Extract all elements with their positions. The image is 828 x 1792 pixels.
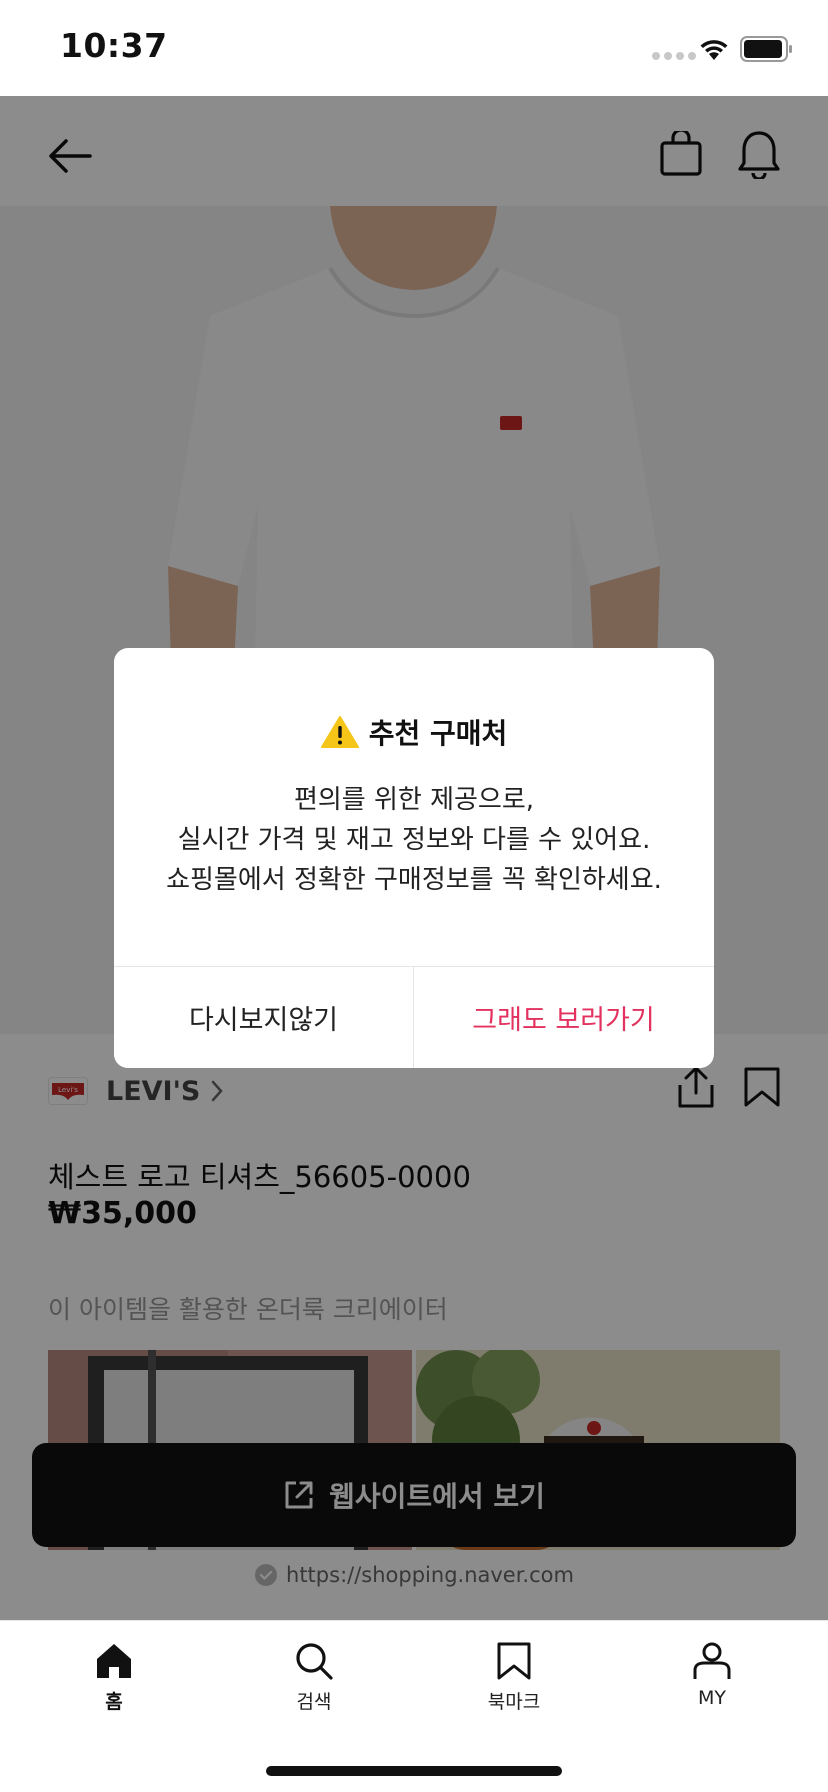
go-anyway-button[interactable]: 그래도 보러가기 <box>414 967 713 1068</box>
tab-bookmark[interactable]: 북마크 <box>454 1641 574 1714</box>
cellular-signal-icon <box>652 52 696 60</box>
status-bar: 10:37 <box>0 0 828 96</box>
tab-search-label: 검색 <box>296 1691 332 1713</box>
tab-home[interactable]: 홈 <box>54 1641 174 1714</box>
tab-my-label: MY <box>698 1687 726 1709</box>
tab-my[interactable]: MY <box>652 1641 772 1709</box>
dialog-title-text: 추천 구매처 <box>368 717 508 750</box>
tab-home-label: 홈 <box>105 1691 123 1713</box>
recommended-store-dialog: 추천 구매처 편의를 위한 제공으로, 실시간 가격 및 재고 정보와 다를 수… <box>114 648 714 1068</box>
status-time: 10:37 <box>60 26 168 65</box>
dialog-message-line: 편의를 위한 제공으로, <box>293 785 535 815</box>
dont-show-again-button[interactable]: 다시보지않기 <box>114 967 413 1068</box>
search-icon <box>296 1643 333 1680</box>
dialog-message-line: 실시간 가격 및 재고 정보와 다를 수 있어요. <box>177 825 651 855</box>
battery-icon <box>740 36 792 62</box>
dialog-message: 편의를 위한 제공으로, 실시간 가격 및 재고 정보와 다를 수 있어요. 쇼… <box>114 780 714 900</box>
dialog-message-line: 쇼핑몰에서 정확한 구매정보를 꼭 확인하세요. <box>166 865 662 895</box>
tab-search[interactable]: 검색 <box>254 1641 374 1714</box>
tab-bookmark-label: 북마크 <box>487 1691 541 1713</box>
home-indicator <box>266 1766 562 1776</box>
person-icon <box>693 1642 731 1679</box>
bookmark-icon <box>497 1642 531 1680</box>
dialog-title: 추천 구매처 <box>114 712 714 752</box>
wifi-icon <box>700 40 728 60</box>
warning-icon <box>320 716 359 748</box>
home-icon <box>97 1644 131 1678</box>
